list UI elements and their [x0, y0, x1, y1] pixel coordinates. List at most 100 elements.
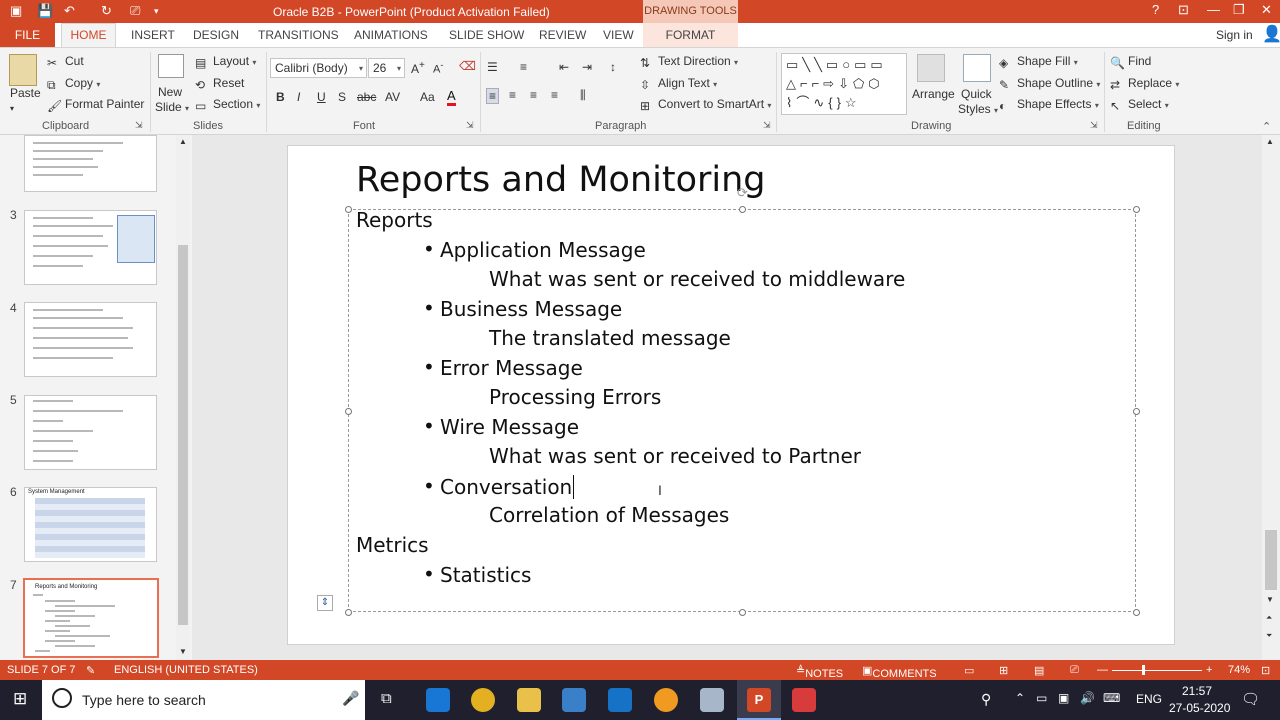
align-right-icon[interactable]: ≡: [530, 88, 537, 102]
bullets-icon[interactable]: ☰: [487, 60, 498, 74]
paragraph-launcher-icon[interactable]: ⇲: [763, 120, 771, 131]
app-icon-gray[interactable]: [700, 688, 724, 712]
text-direction-button[interactable]: ⇅ Text Direction ▾: [640, 54, 738, 70]
reset-button[interactable]: ⟲ Reset: [195, 76, 244, 92]
zoom-slider[interactable]: [1112, 670, 1202, 671]
font-color-icon[interactable]: A: [447, 88, 456, 106]
shape-effects-button[interactable]: ◐ Shape Effects ▾: [999, 97, 1099, 113]
autofit-options-icon[interactable]: ⇕: [317, 595, 333, 611]
store-icon[interactable]: [562, 688, 586, 712]
bold-icon[interactable]: B: [276, 90, 285, 104]
new-slide-button[interactable]: New: [158, 85, 182, 99]
strikethrough-icon[interactable]: abc: [357, 90, 376, 104]
tab-review[interactable]: REVIEW: [539, 28, 586, 42]
scroll-up-icon[interactable]: ▲: [179, 137, 187, 146]
customize-qat-icon[interactable]: ▾: [154, 6, 159, 17]
italic-icon[interactable]: I: [297, 90, 300, 104]
resize-handle[interactable]: [345, 206, 352, 213]
shrink-font-icon[interactable]: A-: [433, 60, 443, 76]
cut-button[interactable]: ✂ Cut: [47, 54, 84, 70]
maximize-icon[interactable]: ❐: [1233, 2, 1245, 18]
zoom-out-icon[interactable]: —: [1097, 664, 1108, 676]
zoom-slider-thumb[interactable]: [1142, 665, 1145, 675]
slide-sorter-icon[interactable]: ⊞: [999, 664, 1008, 677]
format-painter-button[interactable]: 🖌 Format Painter: [47, 97, 144, 113]
zoom-in-icon[interactable]: +: [1206, 664, 1212, 676]
scroll-down-icon[interactable]: ▼: [1266, 595, 1274, 604]
resize-handle[interactable]: [1133, 408, 1140, 415]
tab-insert[interactable]: INSERT: [131, 28, 175, 42]
edge-icon[interactable]: [426, 688, 450, 712]
tab-transitions[interactable]: TRANSITIONS: [258, 28, 339, 42]
tab-format[interactable]: FORMAT: [643, 23, 738, 47]
slideshow-view-icon[interactable]: ⎚: [1070, 664, 1079, 677]
resize-handle[interactable]: [345, 609, 352, 616]
redo-icon[interactable]: ↻: [101, 3, 112, 19]
resize-handle[interactable]: [1133, 609, 1140, 616]
tab-view[interactable]: VIEW: [603, 28, 634, 42]
previous-slide-icon[interactable]: ⏶: [1266, 613, 1272, 623]
quick-styles-button[interactable]: Quick: [961, 87, 992, 101]
find-button[interactable]: 🔍 Find: [1110, 54, 1151, 70]
help-icon[interactable]: ?: [1152, 2, 1159, 17]
sign-in-link[interactable]: Sign in: [1216, 28, 1253, 42]
tab-animations[interactable]: ANIMATIONS: [354, 28, 428, 42]
font-size-combo[interactable]: 26 ▾: [368, 58, 405, 78]
character-spacing-icon[interactable]: AV: [385, 90, 400, 104]
reading-view-icon[interactable]: ▤: [1034, 664, 1044, 677]
chrome-icon[interactable]: [471, 688, 495, 712]
volume-icon[interactable]: 🔊: [1080, 691, 1095, 705]
windows-start-icon[interactable]: ⊞: [13, 689, 27, 709]
keyboard-icon[interactable]: ⌨: [1103, 691, 1120, 705]
user-avatar-icon[interactable]: 👤: [1262, 24, 1280, 44]
taskbar-search[interactable]: Type here to search 🎤: [42, 680, 365, 720]
align-text-button[interactable]: ⇳ Align Text ▾: [640, 76, 717, 92]
app-icon-orange[interactable]: [654, 688, 678, 712]
microphone-icon[interactable]: 🎤: [342, 690, 359, 707]
thumbnail-scrollbar[interactable]: ▲ ▼: [176, 135, 190, 660]
language-tray[interactable]: ENG: [1136, 692, 1162, 706]
resize-handle[interactable]: [1133, 206, 1140, 213]
resize-handle[interactable]: [739, 609, 746, 616]
slide-scrollbar[interactable]: ▲ ▼ ⏶ ⏷: [1262, 135, 1280, 660]
font-launcher-icon[interactable]: ⇲: [466, 120, 474, 131]
spell-check-icon[interactable]: ✎: [86, 664, 95, 677]
shape-outline-button[interactable]: ✎ Shape Outline ▾: [999, 76, 1100, 92]
convert-smartart-button[interactable]: ⊞ Convert to SmartArt ▾: [640, 97, 771, 113]
resize-handle[interactable]: [345, 408, 352, 415]
paste-button[interactable]: Paste: [10, 86, 41, 100]
close-icon[interactable]: ✕: [1261, 2, 1272, 18]
app-icon-red[interactable]: [792, 688, 816, 712]
normal-view-icon[interactable]: ▭: [964, 664, 974, 677]
notifications-icon[interactable]: 🗨: [1241, 690, 1260, 708]
resize-handle[interactable]: [739, 206, 746, 213]
scroll-down-icon[interactable]: ▼: [179, 647, 187, 656]
increase-indent-icon[interactable]: ⇥: [582, 60, 592, 74]
content-placeholder[interactable]: Reports • Application Message What was s…: [345, 206, 1140, 616]
font-family-combo[interactable]: Calibri (Body) ▾: [270, 58, 367, 78]
drawing-launcher-icon[interactable]: ⇲: [1090, 120, 1098, 131]
section-button[interactable]: ▭ Section ▾: [195, 97, 260, 113]
mail-icon[interactable]: [608, 688, 632, 712]
tab-design[interactable]: DESIGN: [193, 28, 239, 42]
clock-date[interactable]: 27-05-2020: [1169, 701, 1230, 715]
fit-slide-icon[interactable]: ⊡: [1261, 664, 1270, 677]
quick-styles-button-line2[interactable]: Styles ▾: [958, 102, 998, 116]
slide-thumbnail[interactable]: [24, 395, 157, 470]
clock-time[interactable]: 21:57: [1182, 684, 1212, 698]
slide-thumbnail[interactable]: System Management: [24, 487, 157, 562]
grow-font-icon[interactable]: A+: [411, 60, 425, 76]
battery-icon[interactable]: ▭: [1036, 691, 1047, 705]
numbering-icon[interactable]: ≡: [520, 60, 527, 74]
slide-thumbnail[interactable]: [24, 302, 157, 377]
align-left-icon[interactable]: ≡: [486, 88, 500, 104]
new-slide-button-line2[interactable]: Slide ▾: [155, 100, 189, 114]
slide-canvas[interactable]: Reports and Monitoring ⟳ Reports • Appli…: [287, 145, 1175, 645]
layout-button[interactable]: ▤ Layout ▾: [195, 54, 256, 70]
tab-slide-show[interactable]: SLIDE SHOW: [449, 28, 524, 42]
line-spacing-icon[interactable]: ↕: [610, 60, 616, 74]
network-icon[interactable]: ▣: [1058, 691, 1069, 705]
align-center-icon[interactable]: ≡: [509, 88, 516, 102]
scroll-up-icon[interactable]: ▲: [1266, 137, 1274, 146]
arrange-button[interactable]: Arrange: [912, 87, 955, 101]
